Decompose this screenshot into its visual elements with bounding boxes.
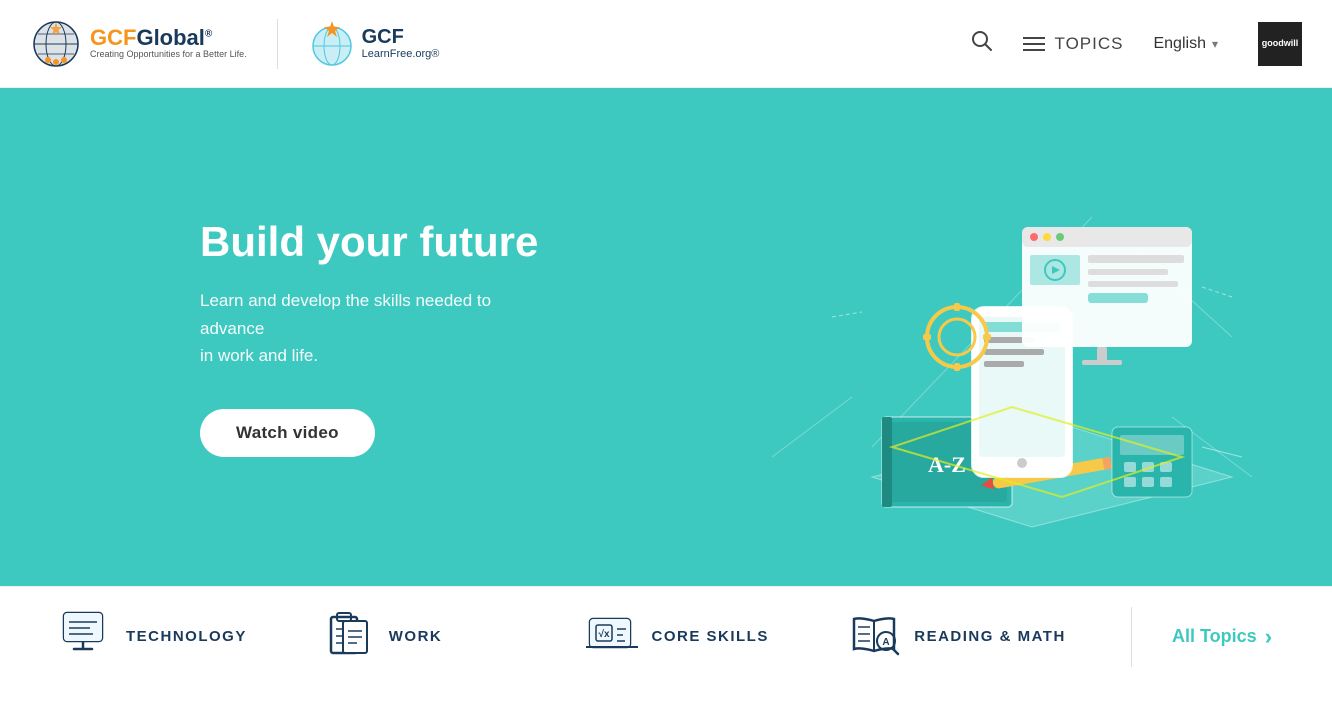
chevron-down-icon: ▾ [1212, 37, 1218, 51]
goodwill-label: goodwill [1262, 38, 1299, 49]
hamburger-icon [1023, 37, 1045, 51]
watch-video-button[interactable]: Watch video [200, 409, 375, 457]
logo-divider [277, 19, 278, 69]
nav-item-work[interactable]: WORK [323, 607, 586, 666]
search-icon [971, 30, 993, 52]
header: GCFGlobal® Creating Opportunities for a … [0, 0, 1332, 88]
search-button[interactable] [971, 30, 993, 58]
goodwill-logo[interactable]: goodwill [1258, 22, 1302, 66]
svg-text:A-Z: A-Z [928, 452, 966, 477]
gcfglobal-logo-text: GCFGlobal® Creating Opportunities for a … [90, 27, 247, 61]
nav-item-core-skills[interactable]: √x CORE SKILLS [586, 607, 849, 666]
reading-math-label: READING & MATH [914, 628, 1066, 645]
nav-item-technology[interactable]: TECHNOLOGY [60, 607, 323, 666]
hero-illustration-svg: A-Z [772, 137, 1252, 537]
gcfglobal-logo[interactable]: GCFGlobal® Creating Opportunities for a … [30, 18, 247, 70]
hero-subtitle: Learn and develop the skills needed to a… [200, 287, 550, 369]
language-label: English [1153, 35, 1205, 53]
bottom-nav: TECHNOLOGY WORK [0, 586, 1332, 686]
nav-item-reading-math[interactable]: A READING & MATH [848, 607, 1111, 666]
technology-label: TECHNOLOGY [126, 628, 247, 645]
all-topics-link[interactable]: All Topics › [1152, 624, 1272, 650]
work-label: WORK [389, 628, 443, 645]
gcfglobal-tagline: Creating Opportunities for a Better Life… [90, 49, 247, 61]
topics-label: TOPICS [1055, 34, 1124, 54]
language-selector[interactable]: English ▾ [1153, 35, 1218, 53]
core-skills-label: CORE SKILLS [652, 628, 769, 645]
chevron-right-icon: › [1265, 624, 1272, 650]
core-skills-icon: √x [586, 607, 638, 666]
hero-title: Build your future [200, 217, 550, 267]
topics-menu-button[interactable]: TOPICS [1023, 34, 1124, 54]
all-topics-label: All Topics [1172, 626, 1257, 647]
nav-divider [1131, 607, 1132, 667]
svg-text:A: A [883, 637, 890, 648]
gcfglobal-logo-name: GCFGlobal® [90, 27, 247, 49]
header-nav: TOPICS English ▾ goodwill [971, 22, 1303, 66]
reading-math-icon: A [848, 607, 900, 666]
learnfree-logo-text: GCF LearnFree.org® [362, 26, 440, 60]
hero-section: Build your future Learn and develop the … [0, 88, 1332, 586]
technology-icon [60, 607, 112, 666]
gcfglobal-logo-icon [30, 18, 82, 70]
header-logos: GCFGlobal® Creating Opportunities for a … [30, 18, 971, 70]
hero-content: Build your future Learn and develop the … [0, 157, 550, 517]
hero-illustration: A-Z [772, 137, 1252, 537]
work-icon [323, 607, 375, 666]
learnfree-logo[interactable]: GCF LearnFree.org® [308, 18, 440, 70]
learnfree-logo-icon [308, 18, 356, 70]
svg-text:√x: √x [598, 629, 609, 640]
